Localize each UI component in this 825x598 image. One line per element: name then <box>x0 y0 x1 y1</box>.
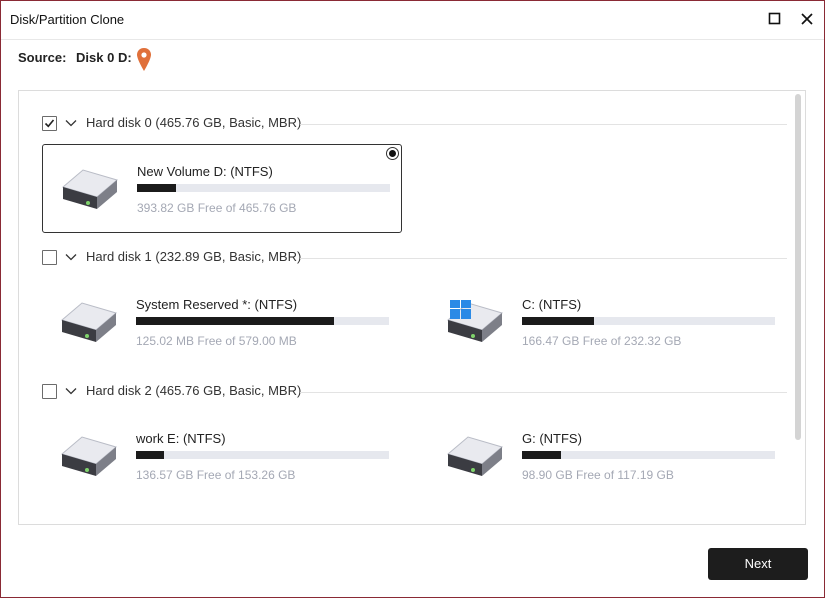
chevron-down-icon[interactable] <box>65 251 77 263</box>
disk-header-1: Hard disk 1 (232.89 GB, Basic, MBR) <box>42 249 787 267</box>
vertical-scrollbar[interactable] <box>795 94 801 440</box>
window-title: Disk/Partition Clone <box>10 12 125 27</box>
divider <box>300 258 787 259</box>
disk-header-2: Hard disk 2 (465.76 GB, Basic, MBR) <box>42 383 787 401</box>
divider <box>300 124 787 125</box>
usage-bar-fill <box>136 451 164 459</box>
selected-radio[interactable] <box>386 147 399 160</box>
divider <box>300 392 787 393</box>
windows-drive-icon <box>446 300 504 342</box>
usage-bar <box>522 317 775 325</box>
partition-free-space: 98.90 GB Free of 117.19 GB <box>522 468 674 482</box>
usage-bar <box>522 451 775 459</box>
partition-free-space: 166.47 GB Free of 232.32 GB <box>522 334 682 348</box>
disk-2-label: Hard disk 2 (465.76 GB, Basic, MBR) <box>86 383 302 398</box>
source-label: Source: <box>18 50 67 66</box>
close-button[interactable] <box>798 10 816 28</box>
chevron-down-icon[interactable] <box>65 385 77 397</box>
usage-bar-fill <box>136 317 335 325</box>
chevron-down-icon[interactable] <box>65 117 77 129</box>
usage-bar <box>137 184 390 192</box>
drive-icon <box>60 436 118 476</box>
next-button[interactable]: Next <box>708 548 808 580</box>
partition-card-g[interactable]: G: (NTFS) 98.90 GB Free of 117.19 GB <box>428 412 788 501</box>
source-row: Source: Disk 0 D: <box>18 48 151 73</box>
usage-bar <box>136 451 389 459</box>
partition-card-c[interactable]: C: (NTFS) 166.47 GB Free of 232.32 GB <box>428 278 788 367</box>
disk-0-label: Hard disk 0 (465.76 GB, Basic, MBR) <box>86 115 302 130</box>
usage-bar-fill <box>522 451 562 459</box>
location-pin-icon <box>137 48 151 71</box>
partition-card-system-reserved[interactable]: System Reserved *: (NTFS) 125.02 MB Free… <box>42 278 402 367</box>
disk-2-checkbox[interactable] <box>42 384 57 399</box>
partition-name: work E: (NTFS) <box>136 431 226 446</box>
disk-1-label: Hard disk 1 (232.89 GB, Basic, MBR) <box>86 249 302 264</box>
usage-bar-fill <box>137 184 176 192</box>
maximize-icon <box>768 12 781 25</box>
partition-free-space: 136.57 GB Free of 153.26 GB <box>136 468 296 482</box>
partition-card-disk0-d[interactable]: New Volume D: (NTFS) 393.82 GB Free of 4… <box>42 144 402 233</box>
partition-name: System Reserved *: (NTFS) <box>136 297 298 312</box>
disk-1-checkbox[interactable] <box>42 250 57 265</box>
partition-name: G: (NTFS) <box>522 431 582 446</box>
partition-card-work-e[interactable]: work E: (NTFS) 136.57 GB Free of 153.26 … <box>42 412 402 501</box>
partition-free-space: 125.02 MB Free of 579.00 MB <box>136 334 297 348</box>
drive-icon <box>446 436 504 476</box>
title-bar: Disk/Partition Clone <box>1 1 824 40</box>
disk-0-checkbox[interactable] <box>42 116 57 131</box>
source-value: Disk 0 D: <box>76 50 132 66</box>
maximize-button[interactable] <box>766 10 784 28</box>
usage-bar-fill <box>522 317 594 325</box>
drive-icon <box>61 169 119 209</box>
partition-free-space: 393.82 GB Free of 465.76 GB <box>137 201 297 215</box>
disk-partition-clone-window: Disk/Partition Clone Source: Disk 0 D: H… <box>0 0 825 598</box>
disk-header-0: Hard disk 0 (465.76 GB, Basic, MBR) <box>42 115 787 133</box>
partition-name: New Volume D: (NTFS) <box>137 164 273 179</box>
drive-icon <box>60 302 118 342</box>
checkmark-icon <box>44 119 55 128</box>
usage-bar <box>136 317 389 325</box>
close-icon <box>801 13 813 25</box>
partition-name: C: (NTFS) <box>522 297 582 312</box>
